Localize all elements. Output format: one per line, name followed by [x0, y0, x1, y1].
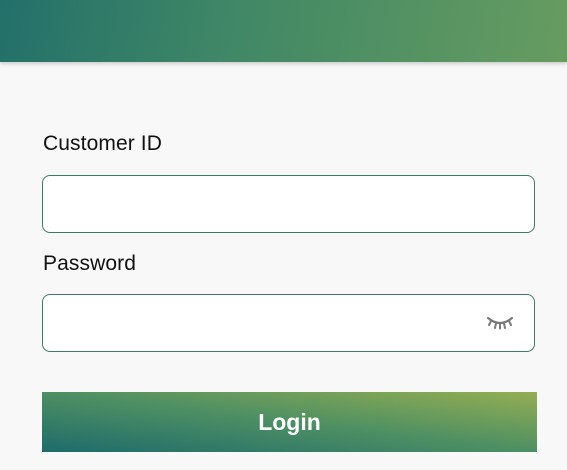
- login-button[interactable]: Login: [42, 392, 537, 452]
- customer-id-label: Customer ID: [43, 132, 162, 155]
- customer-id-field-container: [42, 175, 535, 233]
- password-field-container: [42, 294, 535, 352]
- password-input[interactable]: [43, 295, 534, 351]
- customer-id-input[interactable]: [43, 176, 534, 232]
- password-label: Password: [43, 252, 137, 275]
- eye-closed-icon[interactable]: [486, 314, 514, 332]
- app-header: [0, 0, 567, 62]
